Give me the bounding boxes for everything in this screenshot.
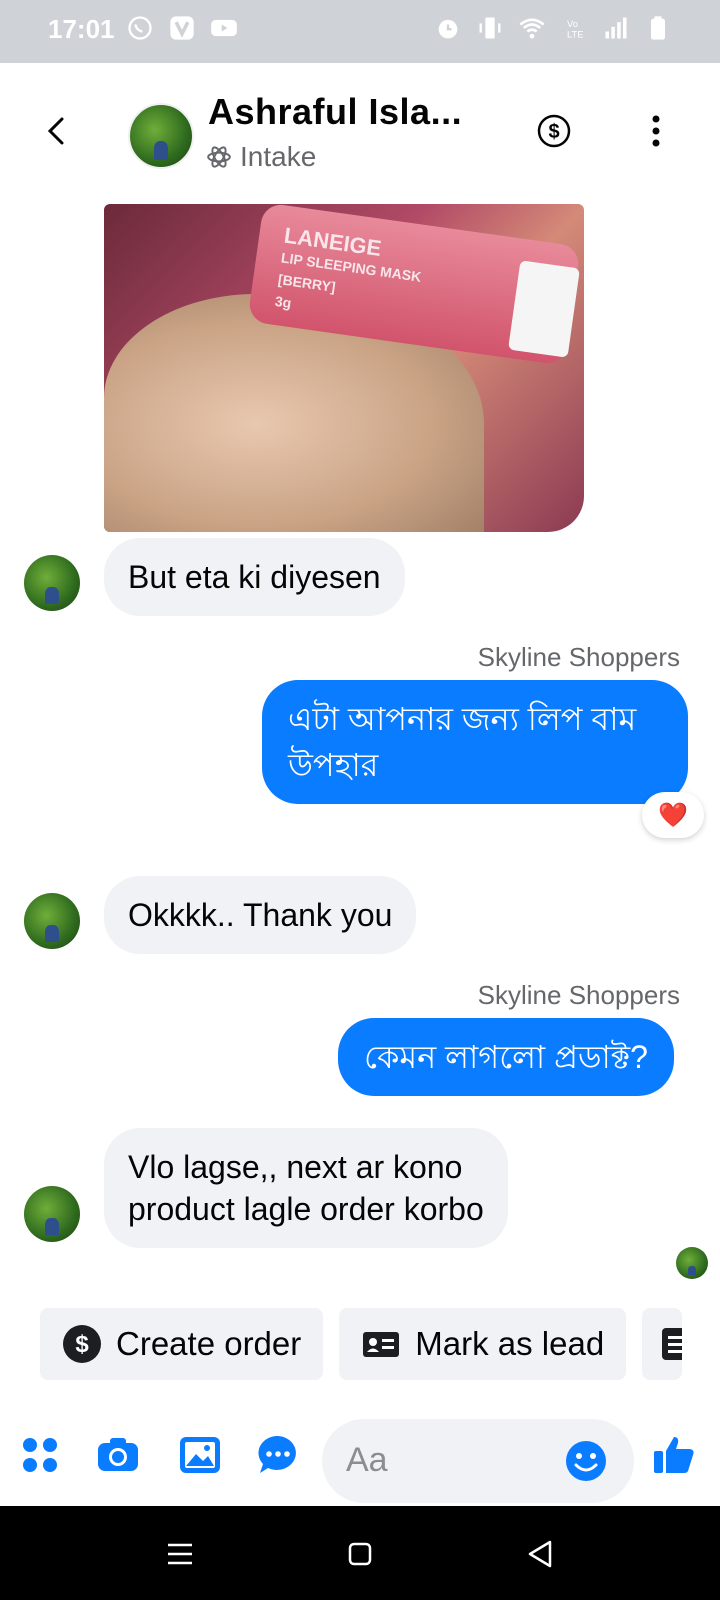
photo-message[interactable]: LANEIGE LIP SLEEPING MASK [BERRY] 3g (104, 204, 584, 532)
message-input[interactable]: Aa (322, 1419, 634, 1503)
recents-icon[interactable] (162, 1536, 198, 1572)
avatar[interactable] (24, 1186, 80, 1242)
system-navigation-bar (0, 1506, 720, 1600)
contact-card-icon (363, 1332, 400, 1357)
more-action-button[interactable] (642, 1308, 683, 1380)
volte-icon: VoLTE (567, 19, 583, 40)
contact-name[interactable]: Ashraful Isla... (208, 91, 462, 133)
document-icon (662, 1328, 683, 1360)
incoming-message[interactable]: But eta ki diyesen (104, 538, 405, 616)
camera-icon[interactable] (96, 1433, 140, 1477)
dollar-icon[interactable]: $ (537, 114, 571, 148)
reaction-badge[interactable]: ❤️ (642, 792, 704, 838)
intake-icon (207, 146, 231, 168)
whatsapp-icon (128, 16, 152, 40)
contact-avatar[interactable] (128, 103, 194, 169)
contact-label[interactable]: Intake (206, 141, 316, 173)
create-order-label: Create order (116, 1325, 302, 1362)
apps-icon[interactable] (18, 1433, 62, 1477)
incoming-message[interactable]: Okkkk.. Thank you (104, 876, 417, 954)
avatar[interactable] (24, 893, 80, 949)
svg-text:$: $ (75, 1331, 89, 1358)
conversation-header: Ashraful Isla... Intake $ (0, 63, 720, 198)
outgoing-message[interactable]: এটা আপনার জন্য লিপ বাম উপহার (262, 680, 688, 804)
mark-as-lead-button[interactable]: Mark as lead (339, 1308, 627, 1380)
seen-indicator-avatar (676, 1247, 708, 1279)
sender-label: Skyline Shoppers (477, 980, 680, 1010)
like-icon[interactable] (652, 1433, 696, 1477)
signal-icon (605, 17, 627, 39)
home-icon[interactable] (342, 1536, 378, 1572)
status-time: 17:01 (48, 14, 115, 44)
back-icon[interactable] (36, 111, 76, 151)
create-order-button[interactable]: $ Create order (40, 1308, 324, 1380)
svg-text:Vo: Vo (567, 19, 578, 29)
avatar[interactable] (24, 555, 80, 611)
emoji-icon[interactable] (564, 1439, 608, 1483)
mark-as-lead-label: Mark as lead (415, 1325, 605, 1362)
vibrate-icon (479, 17, 501, 39)
battery-icon (651, 16, 665, 40)
status-bar: 17:01 Vo LTE (0, 0, 720, 63)
more-options-icon[interactable] (644, 111, 668, 151)
heart-reaction-icon: ❤️ (658, 801, 688, 829)
youtube-icon (211, 19, 237, 37)
svg-text:LTE: LTE (567, 29, 583, 39)
gallery-icon[interactable] (178, 1433, 222, 1477)
incoming-message[interactable]: Vlo lagse,, next ar kono product lagle o… (104, 1128, 508, 1248)
outgoing-message[interactable]: কেমন লাগলো প্রডাক্ট? (338, 1018, 674, 1096)
alarm-icon (438, 19, 458, 39)
back-nav-icon[interactable] (522, 1536, 558, 1572)
svg-text:$: $ (548, 121, 559, 143)
wifi-icon (519, 18, 545, 39)
quick-actions: $ Create order Mark as lead (40, 1308, 683, 1380)
dollar-circle-icon: $ (63, 1325, 101, 1363)
viber-icon (170, 16, 194, 40)
photo-jar-sticker (508, 260, 580, 358)
sender-label: Skyline Shoppers (477, 642, 680, 672)
contact-label-text: Intake (240, 141, 317, 172)
message-composer: Aa (0, 1405, 720, 1505)
chat-bubble-icon[interactable] (256, 1433, 300, 1477)
message-input-placeholder: Aa (346, 1441, 388, 1479)
